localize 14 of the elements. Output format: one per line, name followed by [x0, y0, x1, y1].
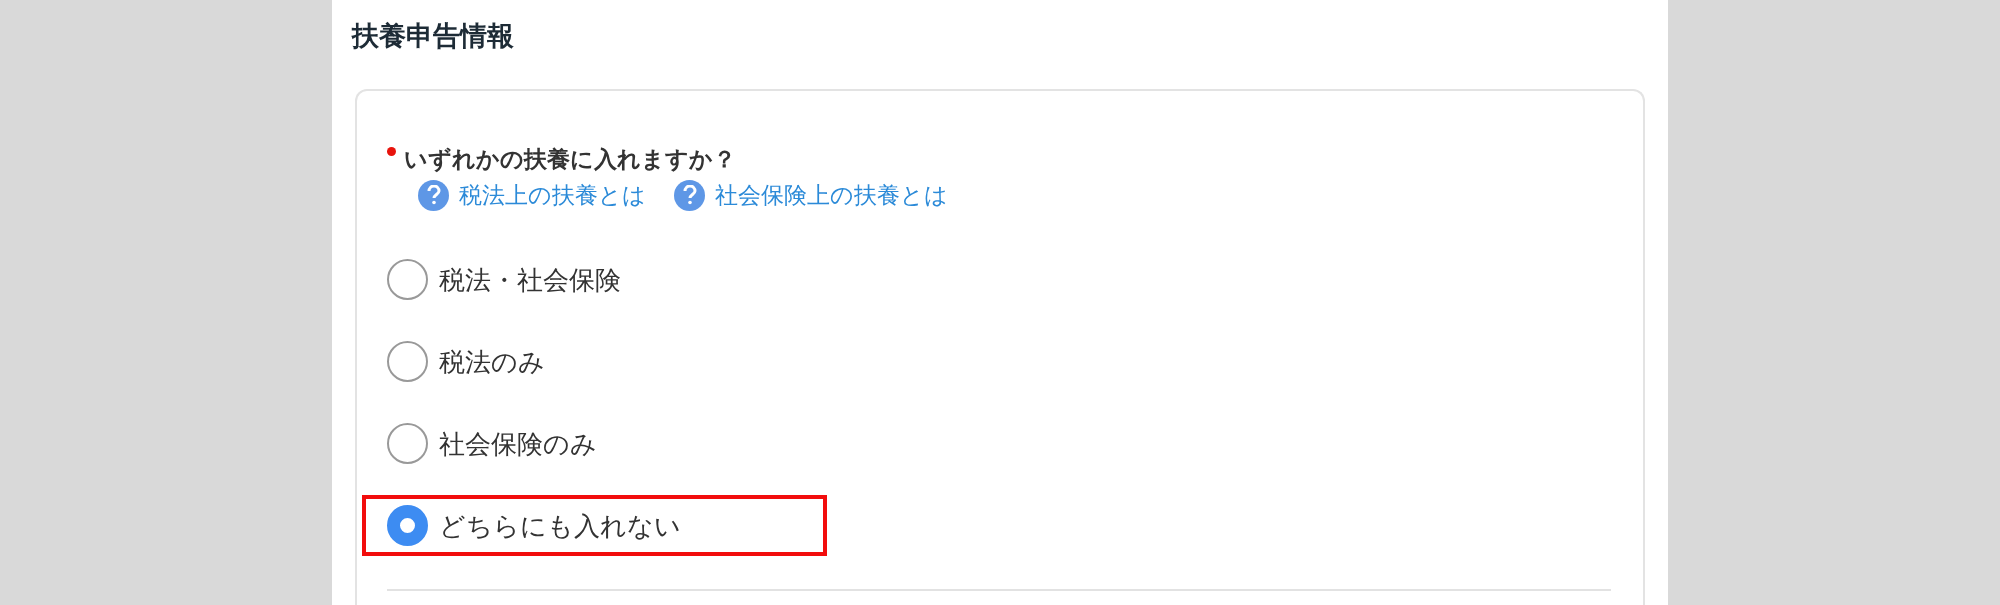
radio-button[interactable]	[387, 341, 428, 382]
radio-option[interactable]: 税法のみ	[387, 341, 545, 382]
radio-button[interactable]	[387, 259, 428, 300]
radio-button[interactable]	[387, 423, 428, 464]
help-icon	[674, 179, 705, 211]
help-link[interactable]: 社会保険上の扶養とは	[674, 179, 948, 211]
help-icon	[418, 179, 449, 211]
radio-option[interactable]: どちらにも入れない	[387, 505, 681, 546]
radio-option[interactable]: 税法・社会保険	[387, 259, 621, 300]
question-label: いずれかの扶養に入れますか？	[404, 145, 736, 174]
radio-button[interactable]	[387, 505, 428, 546]
radio-option[interactable]: 社会保険のみ	[387, 423, 597, 464]
section-title: 扶養申告情報	[352, 19, 514, 53]
help-link[interactable]: 税法上の扶養とは	[418, 179, 646, 211]
